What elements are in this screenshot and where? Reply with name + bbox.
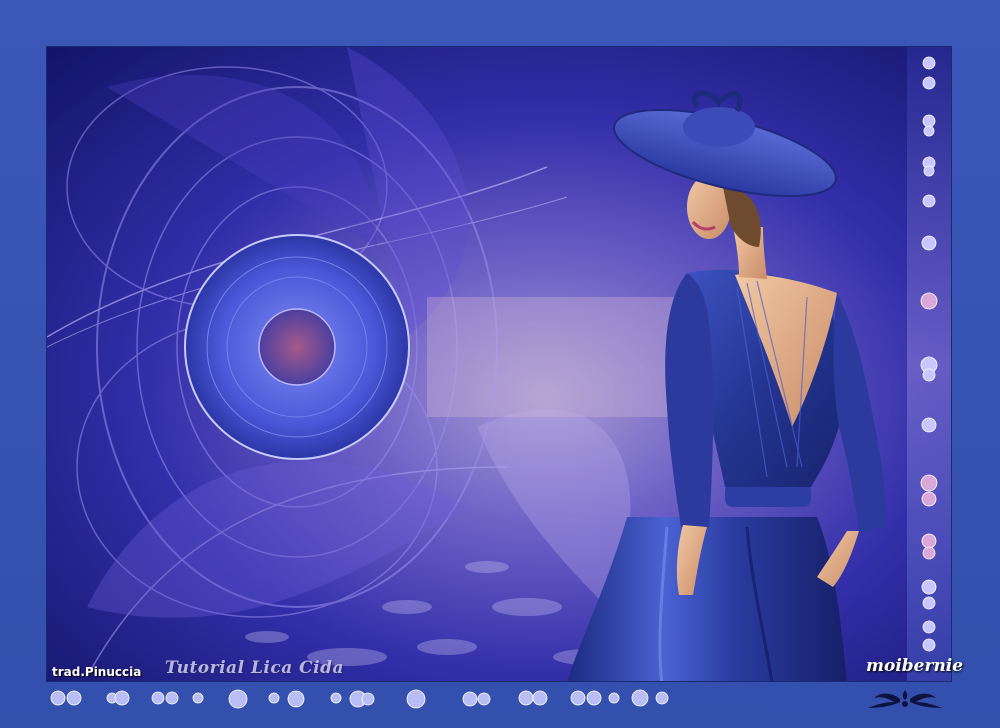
flourish-ornament-icon	[868, 690, 942, 708]
artwork-image	[46, 46, 952, 682]
tutorial-credit: Tutorial Lica Cida	[165, 658, 345, 678]
artist-signature: moibernie	[866, 656, 964, 676]
central-disc	[184, 234, 410, 460]
translator-credit: trad.Pinuccia	[52, 665, 142, 679]
artwork-scene	[47, 47, 951, 681]
